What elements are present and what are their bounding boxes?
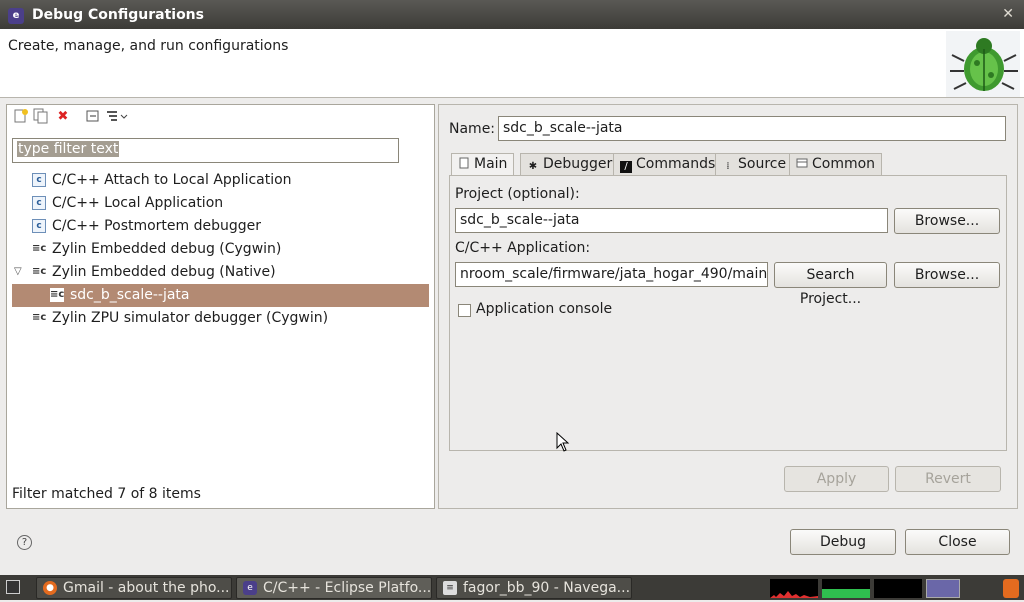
taskbar-item-eclipse[interactable]: e C/C++ - Eclipse Platfo... (236, 577, 432, 599)
tree-item[interactable]: c C/C++ Attach to Local Application (32, 169, 292, 191)
revert-button[interactable]: Revert (895, 466, 1001, 492)
close-icon[interactable]: ✕ (1002, 6, 1014, 22)
application-label: C/C++ Application: (455, 240, 591, 256)
duplicate-config-icon[interactable] (32, 108, 50, 126)
zylin-icon: ≡c (32, 266, 47, 277)
bug-icon: ✱ (528, 161, 538, 172)
browse-project-button[interactable]: Browse... (894, 208, 1000, 234)
tree-item-label: C/C++ Attach to Local Application (52, 172, 292, 188)
debug-button[interactable]: Debug (790, 529, 896, 555)
terminal-icon: / (620, 161, 632, 173)
delete-config-icon[interactable]: ✖ (54, 108, 72, 126)
header-description: Create, manage, and run configurations (8, 38, 289, 54)
tree-item-label: Zylin ZPU simulator debugger (Cygwin) (52, 310, 329, 326)
tree-item[interactable]: c C/C++ Postmortem debugger (32, 215, 261, 237)
c-app-icon: c (32, 196, 46, 210)
taskbar-item-gmail[interactable]: ● Gmail - about the pho... (36, 577, 232, 599)
trash-icon[interactable] (1003, 579, 1019, 598)
tree-item[interactable]: ≡c Zylin Embedded debug (Native) (32, 261, 276, 283)
filter-menu-icon[interactable] (104, 108, 130, 126)
filter-status: Filter matched 7 of 8 items (12, 486, 201, 502)
show-desktop-icon[interactable] (6, 580, 20, 594)
zylin-icon: ≡c (32, 312, 47, 323)
cpu-monitor-icon (770, 579, 818, 598)
name-field[interactable]: sdc_b_scale--jata (498, 116, 1006, 141)
tab-label: Main (474, 156, 508, 172)
workspace-switcher-icon[interactable] (926, 579, 960, 598)
application-console-label: Application console (476, 301, 613, 317)
zylin-icon: ≡c (50, 288, 65, 302)
filter-input[interactable]: type filter text (12, 138, 399, 163)
tree-item-selected[interactable]: ≡c sdc_b_scale--jata (12, 284, 429, 307)
source-icon: ⁞ (726, 161, 730, 172)
tab-label: Debugger (543, 156, 613, 172)
table-icon (796, 157, 808, 169)
search-project-button[interactable]: Search Project... (774, 262, 887, 307)
tab-label: Commands (636, 156, 716, 172)
tree-item[interactable]: c C/C++ Local Application (32, 192, 223, 214)
bug-icon (946, 31, 1020, 97)
tree-item-label: Zylin Embedded debug (Cygwin) (52, 241, 282, 257)
taskbar-item-document[interactable]: ≡ fagor_bb_90 - Navega... (436, 577, 632, 599)
name-label: Name: (449, 121, 496, 137)
window-titlebar: e Debug Configurations ✕ (0, 0, 1024, 29)
tab-commands[interactable]: / Commands (613, 153, 723, 175)
zylin-icon: ≡c (32, 243, 47, 254)
eclipse-icon: e (243, 581, 257, 595)
taskbar-item-label: fagor_bb_90 - Navega... (463, 580, 631, 596)
tree-item-label: C/C++ Postmortem debugger (52, 218, 262, 234)
collapse-all-icon[interactable] (84, 108, 102, 126)
taskbar-item-label: Gmail - about the pho... (63, 580, 230, 596)
c-app-icon: c (32, 173, 46, 187)
filter-placeholder: type filter text (17, 141, 120, 157)
tree-item[interactable]: ≡c Zylin ZPU simulator debugger (Cygwin) (32, 307, 328, 329)
eclipse-icon: e (8, 8, 24, 24)
memory-monitor-icon (822, 579, 870, 598)
apply-button[interactable]: Apply (784, 466, 889, 492)
help-icon[interactable]: ? (17, 535, 32, 550)
tab-label: Common (812, 156, 876, 172)
tree-item-label: sdc_b_scale--jata (70, 287, 190, 303)
c-app-icon: c (32, 219, 46, 233)
tree-item-label: Zylin Embedded debug (Native) (52, 264, 276, 280)
window-title: Debug Configurations (32, 7, 204, 23)
mouse-cursor-icon (556, 432, 570, 452)
document-icon (458, 157, 470, 169)
tree-item[interactable]: ≡c Zylin Embedded debug (Cygwin) (32, 238, 281, 260)
new-config-icon[interactable] (12, 108, 30, 126)
network-monitor-icon (874, 579, 922, 598)
browse-application-button[interactable]: Browse... (894, 262, 1000, 288)
application-field[interactable]: nroom_scale/firmware/jata_hogar_490/main… (455, 262, 768, 287)
application-console-checkbox[interactable] (458, 304, 471, 317)
firefox-icon: ● (43, 581, 57, 595)
tree-collapse-icon[interactable]: ▽ (14, 266, 22, 277)
tab-source[interactable]: ⁞ Source (715, 153, 794, 175)
taskbar-item-label: C/C++ - Eclipse Platfo... (263, 580, 432, 596)
close-button[interactable]: Close (905, 529, 1010, 555)
project-field[interactable]: sdc_b_scale--jata (455, 208, 888, 233)
tab-common[interactable]: Common (789, 153, 883, 175)
dialog-header: Create, manage, and run configurations (0, 29, 1024, 98)
tab-debugger[interactable]: ✱ Debugger (520, 153, 620, 175)
tree-item-label: C/C++ Local Application (52, 195, 224, 211)
tab-label: Source (738, 156, 787, 172)
tab-main[interactable]: Main (451, 153, 515, 176)
document-icon: ≡ (443, 581, 457, 595)
project-label: Project (optional): (455, 186, 580, 202)
